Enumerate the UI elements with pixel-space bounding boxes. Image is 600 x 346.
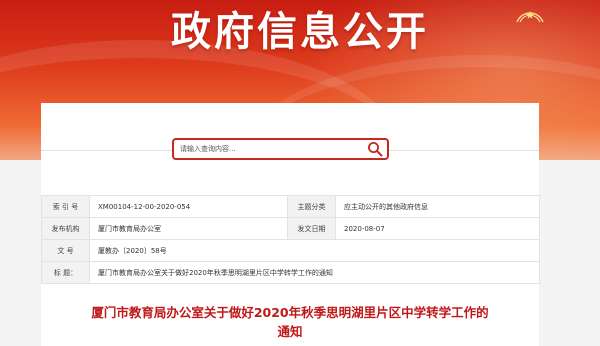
content-panel: 索 引 号 XM00104-12-00-2020-054 主题分类 应主动公开的… (41, 103, 540, 346)
label-title: 标 题： (41, 261, 90, 284)
value-index-no: XM00104-12-00-2020-054 (89, 195, 288, 218)
document-title-line2: 通知 (277, 324, 303, 339)
table-row: 文 号 厦教办〔2020〕58号 (41, 239, 540, 262)
label-publisher: 发布机构 (41, 217, 90, 240)
label-doc-no: 文 号 (41, 239, 90, 262)
document-title-line1: 厦门市教育局办公室关于做好2020年秋季思明湖里片区中学转学工作的 (91, 305, 489, 320)
banner-title: 政府信息公开 (171, 9, 429, 55)
search-icon[interactable] (367, 141, 383, 157)
value-topic: 应主动公开的其他政府信息 (335, 195, 540, 218)
search-box (172, 138, 389, 160)
value-date: 2020-08-07 (335, 217, 540, 240)
emblem-icon (516, 11, 544, 23)
value-publisher: 厦门市教育局办公室 (89, 217, 288, 240)
search-input[interactable] (180, 142, 365, 156)
label-topic: 主题分类 (287, 195, 336, 218)
table-row: 发布机构 厦门市教育局办公室 发文日期 2020-08-07 (41, 217, 540, 240)
document-title: 厦门市教育局办公室关于做好2020年秋季思明湖里片区中学转学工作的 通知 (41, 303, 539, 341)
table-row: 索 引 号 XM00104-12-00-2020-054 主题分类 应主动公开的… (41, 195, 540, 218)
label-index-no: 索 引 号 (41, 195, 90, 218)
value-title: 厦门市教育局办公室关于做好2020年秋季思明湖里片区中学转学工作的通知 (89, 261, 540, 284)
info-table: 索 引 号 XM00104-12-00-2020-054 主题分类 应主动公开的… (41, 195, 540, 284)
label-date: 发文日期 (287, 217, 336, 240)
table-row: 标 题： 厦门市教育局办公室关于做好2020年秋季思明湖里片区中学转学工作的通知 (41, 261, 540, 284)
value-doc-no: 厦教办〔2020〕58号 (89, 239, 540, 262)
